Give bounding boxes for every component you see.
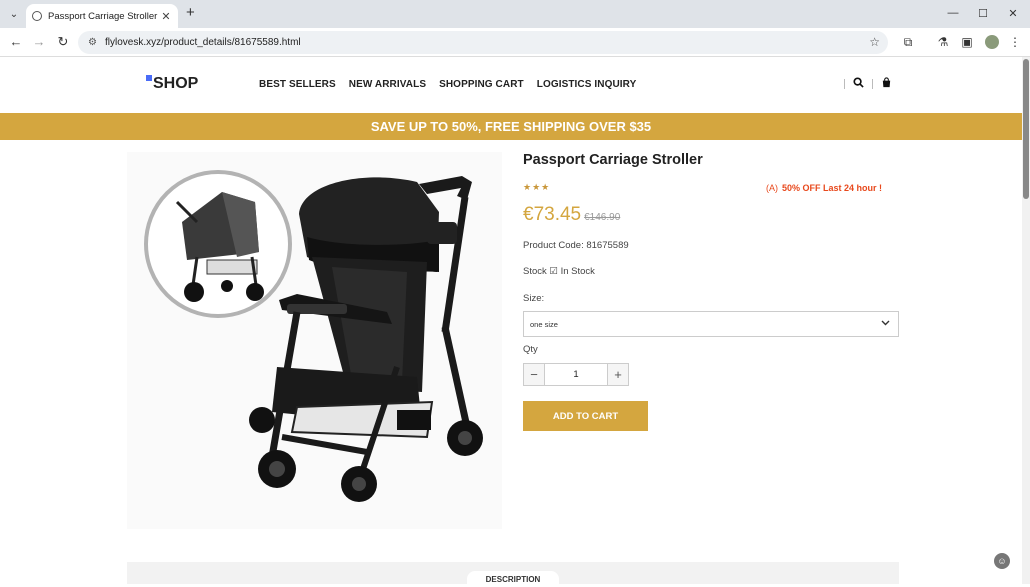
extensions-icon[interactable]: ⧉	[900, 35, 916, 50]
original-price: €146.90	[584, 212, 621, 223]
url-text: flylovesk.xyz/product_details/81675589.h…	[104, 37, 301, 48]
tab-description[interactable]: DESCRIPTION	[467, 571, 559, 587]
flash-sale-icon: (A)	[766, 183, 778, 193]
divider	[844, 79, 845, 89]
divider	[872, 79, 873, 89]
description-tabs: DESCRIPTION	[127, 562, 899, 587]
logo-mark	[146, 75, 152, 81]
browser-tab[interactable]: Passport Carriage Stroller - On ✕	[26, 4, 178, 28]
back-arrow-icon[interactable]: ←	[8, 34, 24, 49]
inset-thumbnail	[144, 170, 292, 318]
site-logo[interactable]: SHOP	[146, 75, 198, 93]
new-tab-plus-icon[interactable]: +	[186, 5, 195, 20]
qty-input[interactable]: 1	[545, 363, 607, 386]
nav-shopping-cart[interactable]: SHOPPING CART	[439, 79, 524, 90]
scrollbar-thumb[interactable]	[1023, 59, 1029, 199]
browser-toolbar: ← → ↻ ⚙ flylovesk.xyz/product_details/81…	[0, 28, 1030, 57]
site-header: SHOP BEST SELLERS NEW ARRIVALS SHOPPING …	[0, 57, 1022, 113]
nav-best-sellers[interactable]: BEST SELLERS	[259, 79, 336, 90]
reload-icon[interactable]: ↻	[55, 34, 71, 50]
add-to-cart-button[interactable]: ADD TO CART	[523, 401, 648, 431]
nav-new-arrivals[interactable]: NEW ARRIVALS	[349, 79, 426, 90]
qty-label: Qty	[523, 344, 538, 355]
search-icon[interactable]	[853, 77, 864, 91]
floating-support-icon[interactable]: ☺	[994, 553, 1010, 569]
nav-logistics-inquiry[interactable]: LOGISTICS INQUIRY	[537, 79, 637, 90]
profile-avatar[interactable]	[985, 35, 999, 49]
promo-banner: SAVE UP TO 50%, FREE SHIPPING OVER $35	[0, 113, 1022, 140]
forward-arrow-icon[interactable]: →	[31, 34, 47, 49]
product-code: Product Code: 81675589	[523, 240, 629, 251]
stock-status: Stock ☑ In Stock	[523, 266, 595, 277]
site-info-icon[interactable]: ⚙	[88, 37, 97, 48]
menu-kebab-icon[interactable]: ⋮	[1007, 35, 1023, 49]
star-rating: ★★★	[523, 182, 551, 192]
stroller-product-image	[144, 170, 483, 502]
size-select[interactable]: one size	[523, 311, 899, 337]
maximize-icon[interactable]: ☐	[976, 7, 990, 20]
size-label: Size:	[523, 293, 545, 304]
check-box-icon: ☑	[549, 266, 558, 277]
labs-flask-icon[interactable]: ⚗	[935, 35, 951, 49]
address-bar[interactable]: ⚙ flylovesk.xyz/product_details/81675589…	[78, 31, 888, 54]
browser-tab-bar: ⌄ Passport Carriage Stroller - On ✕ + — …	[0, 0, 1030, 28]
qty-increase-button[interactable]: +	[607, 363, 629, 386]
page-scrollbar[interactable]	[1022, 57, 1030, 584]
tab-close-icon[interactable]: ✕	[160, 10, 172, 23]
qty-decrease-button[interactable]: −	[523, 363, 545, 386]
tab-list-chevron-icon[interactable]: ⌄	[6, 6, 22, 22]
size-selected-value: one size	[530, 319, 558, 329]
quantity-stepper: − 1 +	[523, 363, 629, 386]
main-nav: BEST SELLERS NEW ARRIVALS SHOPPING CART …	[259, 79, 636, 90]
product-image-gallery[interactable]	[127, 152, 502, 529]
shopping-bag-icon[interactable]	[881, 77, 892, 91]
minimize-icon[interactable]: —	[946, 7, 960, 19]
current-price: €73.45	[523, 204, 582, 225]
window-close-icon[interactable]: ✕	[1006, 7, 1020, 20]
side-panel-icon[interactable]: ▣	[959, 35, 975, 49]
tab-title: Passport Carriage Stroller - On	[48, 10, 160, 22]
bookmark-star-icon[interactable]: ☆	[869, 35, 880, 49]
chevron-down-icon	[881, 318, 890, 328]
discount-tag: (A) 50% OFF Last 24 hour !	[766, 183, 883, 193]
header-icons	[836, 77, 892, 91]
product-info: Passport Carriage Stroller ★★★ (A) 50% OF…	[523, 152, 899, 431]
stock-label: Stock	[523, 266, 547, 277]
price-row: €73.45 €146.90	[523, 204, 620, 226]
stock-value: In Stock	[560, 266, 595, 277]
product-title: Passport Carriage Stroller	[523, 152, 703, 168]
globe-icon	[32, 11, 42, 21]
